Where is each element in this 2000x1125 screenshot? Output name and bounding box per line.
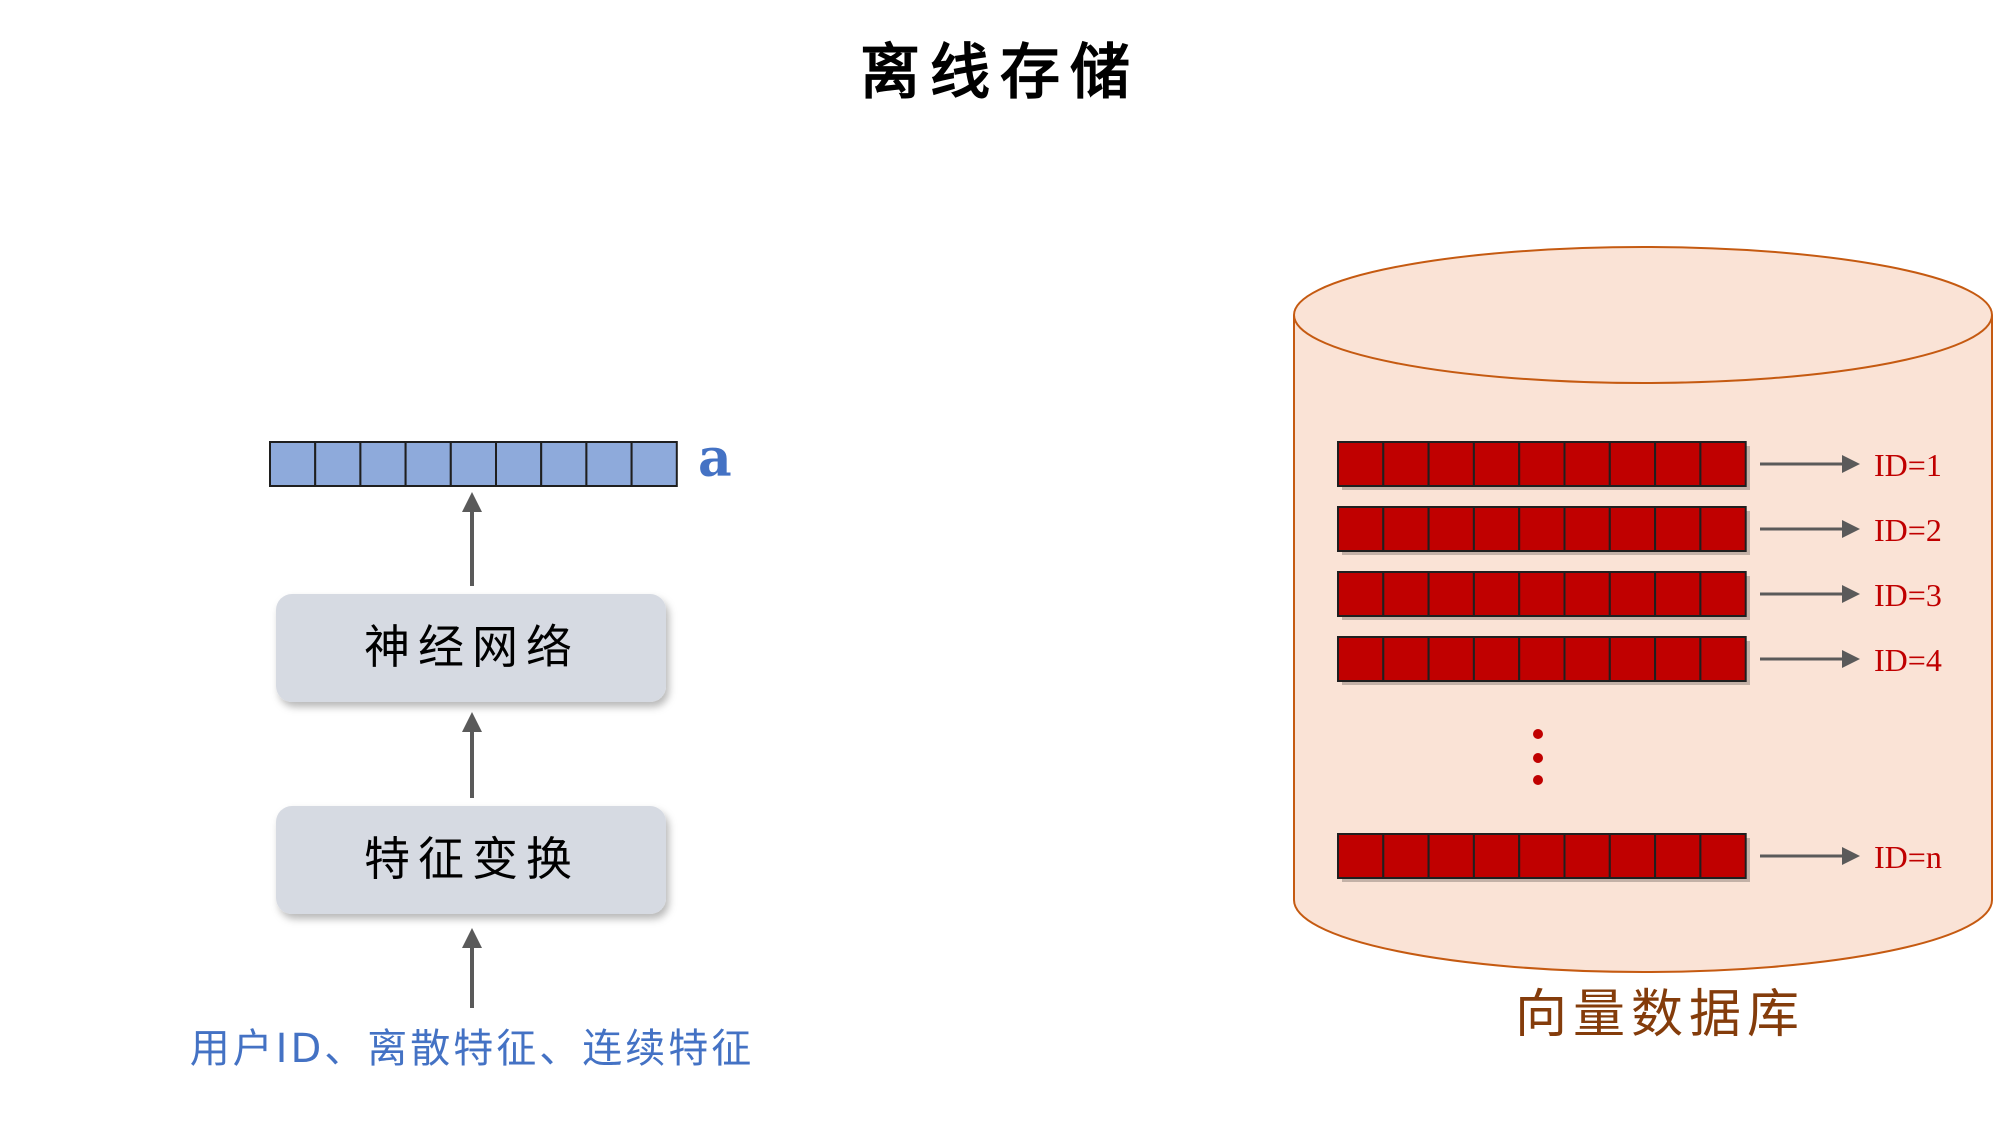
vector-cell xyxy=(1518,506,1566,552)
vector-cell xyxy=(1337,833,1385,879)
vector-cell xyxy=(1654,571,1702,617)
arrow-head-3 xyxy=(462,928,482,948)
diagram-canvas: a 神经网络 特征变换 用户ID、离散特征、连续特征 ID=1 ID=2 ID=3 I… xyxy=(190,246,1993,1072)
vector-cell xyxy=(1699,506,1747,552)
vector-cell xyxy=(1382,506,1430,552)
vector-cell xyxy=(1427,506,1475,552)
row-id-label: ID=3 xyxy=(1874,577,1942,613)
database-label: 向量数据库 xyxy=(1515,985,1805,1045)
vector-cell xyxy=(1337,506,1385,552)
vector-cell xyxy=(1699,441,1747,487)
vector-cell xyxy=(314,441,362,487)
feature-transform-box: 特征变换 xyxy=(276,806,666,914)
vector-cell xyxy=(1518,571,1566,617)
vector-cell xyxy=(1563,636,1611,682)
row-id-label: ID=1 xyxy=(1874,447,1942,483)
vector-cell xyxy=(1382,636,1430,682)
vector-cell xyxy=(1654,441,1702,487)
vector-cell xyxy=(449,441,497,487)
vector-cell xyxy=(1654,833,1702,879)
vector-cell xyxy=(495,441,543,487)
vector-cell xyxy=(1337,571,1385,617)
row-id-label: ID=2 xyxy=(1874,512,1942,548)
vector-cell xyxy=(1427,833,1475,879)
vector-cell xyxy=(1654,636,1702,682)
row-id-label: ID=4 xyxy=(1874,642,1942,678)
vector-cell xyxy=(1337,636,1385,682)
arrow-head-2 xyxy=(462,712,482,732)
vector-cell xyxy=(585,441,633,487)
row-id-label: ID=n xyxy=(1874,839,1942,875)
vector-cell xyxy=(269,441,317,487)
vector-cell xyxy=(1608,441,1657,487)
ellipsis-dots xyxy=(1533,729,1543,785)
vector-cell xyxy=(404,441,452,487)
vector-cell xyxy=(1608,833,1657,879)
vector-cell xyxy=(1472,571,1521,617)
vector-cell xyxy=(1608,636,1657,682)
vector-cell xyxy=(1699,571,1747,617)
vector-cell xyxy=(359,441,407,487)
vector-cell xyxy=(1382,441,1430,487)
vector-cell xyxy=(1472,833,1521,879)
vector-cell xyxy=(1427,441,1475,487)
vector-cell xyxy=(1382,833,1430,879)
vector-cell xyxy=(1472,636,1521,682)
vector-label: a xyxy=(698,428,732,489)
input-features-text: 用户ID、离散特征、连续特征 xyxy=(190,1026,755,1072)
vector-cell xyxy=(1337,441,1385,487)
vector-cell xyxy=(1563,506,1611,552)
vector-cell xyxy=(1518,441,1566,487)
arrow-head-1 xyxy=(462,492,482,512)
vector-cell xyxy=(1472,506,1521,552)
vector-cell xyxy=(630,441,678,487)
vector-cell xyxy=(1654,506,1702,552)
vector-cell xyxy=(1427,571,1475,617)
vector-cell xyxy=(1518,636,1566,682)
output-vector xyxy=(269,441,678,487)
neural-network-box: 神经网络 xyxy=(276,594,666,702)
feature-transform-label: 特征变换 xyxy=(364,832,580,886)
vector-cell xyxy=(1472,441,1521,487)
vector-cell xyxy=(1699,636,1747,682)
vector-cell xyxy=(1382,571,1430,617)
vector-cell xyxy=(1699,833,1747,879)
vector-cell xyxy=(1608,506,1657,552)
database-top xyxy=(1293,246,1993,384)
vector-cell xyxy=(540,441,588,487)
neural-network-label: 神经网络 xyxy=(364,620,580,674)
vector-cell xyxy=(1608,571,1657,617)
vector-cell xyxy=(1563,833,1611,879)
vector-cell xyxy=(1563,571,1611,617)
vector-cell xyxy=(1518,833,1566,879)
vector-cell xyxy=(1563,441,1611,487)
vector-cell xyxy=(1427,636,1475,682)
